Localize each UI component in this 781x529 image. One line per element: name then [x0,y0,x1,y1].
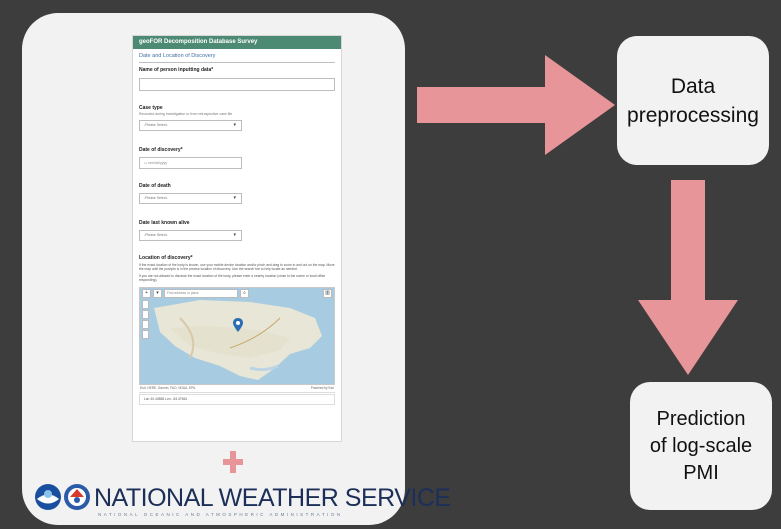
chevron-down-icon: ▾ [233,122,236,128]
case-type-label: Case type [139,105,163,111]
map-attribution-left: Esri, HERE, Garmin, FAO, NOAA, EPA [140,386,196,391]
map-search-input[interactable]: Find address or place [164,289,238,299]
fullscreen-button[interactable] [142,329,149,339]
map-attribution-right: Powered by Esri [310,386,334,391]
zoom-in-button[interactable]: + [142,289,151,299]
map-land [154,299,322,380]
nws-subtitle: NATIONAL OCEANIC AND ATMOSPHERIC ADMINIS… [98,512,343,517]
case-type-select[interactable]: -Please Select- ▾ [139,120,242,131]
arrow-down [638,180,738,375]
arrow-right [417,55,615,155]
prediction-line-2: of log-scale [649,434,753,457]
location-map[interactable]: + ▾ Find address or place ⌕ ▥ [139,286,335,385]
case-type-value: -Please Select- [144,123,168,127]
location-label: Location of discovery* [139,255,193,261]
layers-button[interactable]: ▾ [153,289,162,299]
date-alive-label: Date last known alive [139,220,190,226]
prediction-line-3: PMI [683,461,719,484]
prediction-box: Prediction of log-scale PMI [630,382,772,510]
survey-form-screenshot: geoFOR Decomposition Database Survey Dat… [132,35,342,442]
input-sources-panel: geoFOR Decomposition Database Survey Dat… [22,13,451,525]
preprocessing-line-1: Data [670,74,716,98]
home-button[interactable] [142,309,149,319]
nws-title: NATIONAL WEATHER SERVICE [94,484,451,512]
map-attribution: Esri, HERE, Garmin, FAO, NOAA, EPA Power… [139,385,335,393]
location-help-1: If the exact location of the body is kno… [139,263,335,272]
locate-button[interactable] [142,319,149,329]
location-help-2: If you are not allowed to disclose the e… [139,273,326,283]
chevron-down-icon: ▾ [233,195,236,201]
noaa-nws-logos [35,484,90,510]
plus-icon [223,451,243,473]
map-side-controls [142,299,149,339]
date-alive-value: -Please Select- [144,233,168,237]
map-toolbar: + ▾ Find address or place ⌕ ▥ [142,289,332,299]
zoom-out-button[interactable] [142,299,149,309]
search-icon[interactable]: ⌕ [240,289,249,299]
section-divider [139,62,335,63]
prediction-line-1: Prediction [656,407,746,430]
map-pin-icon[interactable] [233,317,243,332]
date-discovery-placeholder: mm/dd/yyyy [148,161,167,165]
date-death-label: Date of death [139,183,171,189]
name-field-label: Name of person inputting data* [139,67,214,73]
data-preprocessing-box: Data preprocessing [617,36,769,165]
chevron-down-icon: ▾ [233,232,236,238]
name-field[interactable] [139,78,335,91]
date-discovery-field[interactable]: ▭ mm/dd/yyyy [139,157,242,169]
nws-logo-row: NATIONAL WEATHER SERVICE NATIONAL OCEANI… [34,478,451,522]
trash-icon[interactable]: ▥ [323,289,332,299]
date-death-select[interactable]: -Please Select- ▾ [139,193,242,204]
coordinates-readout: Lat: 40.40858 Lon: -84.37661 [139,393,335,405]
form-section-title: Date and Location of Discovery [139,53,216,59]
date-death-value: -Please Select- [144,196,168,200]
date-alive-select[interactable]: -Please Select- ▾ [139,230,242,241]
preprocessing-line-2: preprocessing [627,103,759,127]
date-discovery-label: Date of discovery* [139,147,183,153]
form-header: geoFOR Decomposition Database Survey [133,36,341,49]
case-type-help: Recorded during investigation or from re… [139,112,233,116]
